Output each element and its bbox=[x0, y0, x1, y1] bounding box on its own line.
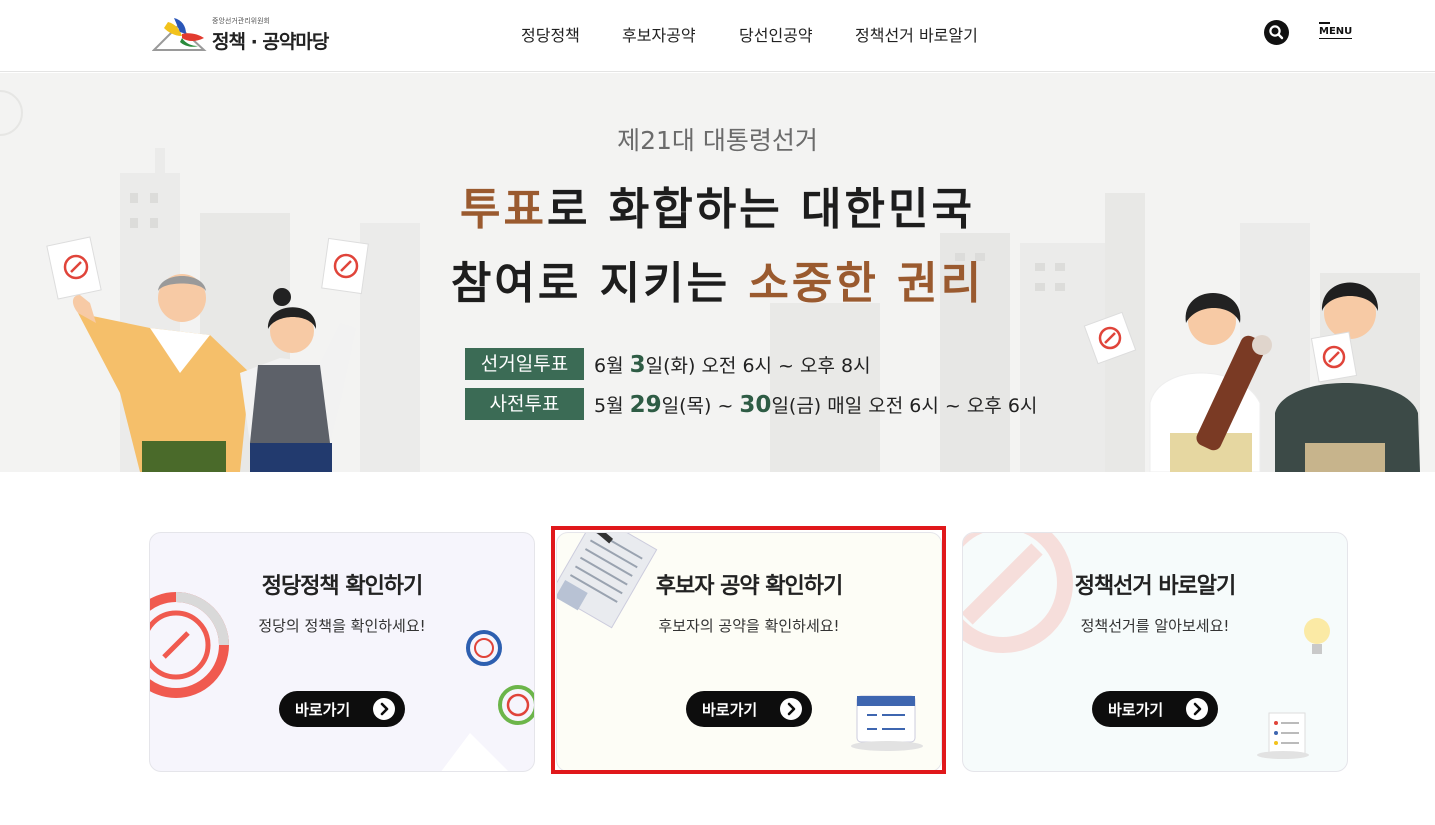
card-title: 정당정책 확인하기 bbox=[261, 574, 424, 599]
menu-label: MENU bbox=[1319, 26, 1353, 39]
student-girl-illustration bbox=[240, 237, 369, 472]
nav-item-policy-election[interactable]: 정책선거 바로알기 bbox=[855, 22, 978, 46]
card-candidate-pledge[interactable]: 후보자 공약 확인하기 후보자의 공약을 확인하세요! 바로가기 bbox=[556, 532, 942, 772]
site-header: 중앙선거관리위원회 정책 · 공약마당 정당정책 후보자공약 당선인공약 정책선… bbox=[0, 0, 1435, 72]
menu-button[interactable]: MENU bbox=[1319, 22, 1353, 42]
elderly-man-illustration bbox=[46, 236, 250, 472]
search-button[interactable] bbox=[1264, 20, 1289, 45]
arrow-right-icon bbox=[780, 698, 802, 720]
arrow-right-icon bbox=[373, 698, 395, 720]
hero-banner: 제21대 대통령선거 투표로 화합하는 대한민국 참여로 지키는 소중한 권리 … bbox=[0, 73, 1435, 472]
go-button-label: 바로가기 bbox=[1108, 701, 1164, 719]
go-button-policy-election[interactable]: 바로가기 bbox=[1092, 691, 1218, 727]
card-title: 후보자 공약 확인하기 bbox=[655, 574, 843, 599]
go-button-label: 바로가기 bbox=[702, 701, 758, 719]
search-icon bbox=[1269, 25, 1284, 40]
card-description: 후보자의 공약을 확인하세요! bbox=[658, 617, 840, 635]
young-man-illustration bbox=[1275, 282, 1420, 472]
nav-item-party-policy[interactable]: 정당정책 bbox=[521, 22, 580, 46]
arrow-right-icon bbox=[1186, 698, 1208, 720]
logo-title: 정책 · 공약마당 bbox=[212, 31, 329, 53]
go-button-label: 바로가기 bbox=[295, 701, 351, 719]
card-description: 정당의 정책을 확인하세요! bbox=[258, 617, 426, 635]
card-description: 정책선거를 알아보세요! bbox=[1080, 617, 1230, 635]
girl-with-tube-illustration bbox=[1083, 293, 1272, 472]
nav-item-candidate-pledge[interactable]: 후보자공약 bbox=[622, 22, 696, 46]
card-party-policy[interactable]: 정당정책 확인하기 정당의 정책을 확인하세요! 바로가기 bbox=[149, 532, 535, 772]
menu-bar-icon bbox=[1319, 22, 1330, 24]
logo-org-name: 중앙선거관리위원회 bbox=[212, 17, 270, 25]
nav-item-elected-pledge[interactable]: 당선인공약 bbox=[739, 22, 813, 46]
card-title: 정책선거 바로알기 bbox=[1074, 574, 1237, 599]
go-button-party-policy[interactable]: 바로가기 bbox=[279, 691, 405, 727]
site-logo[interactable]: 중앙선거관리위원회 정책 · 공약마당 bbox=[152, 14, 342, 54]
election-commission-emblem bbox=[152, 18, 207, 51]
card-policy-election[interactable]: 정책선거 바로알기 정책선거를 알아보세요! 바로가기 bbox=[962, 532, 1348, 772]
voters-illustration bbox=[46, 236, 1420, 472]
go-button-candidate-pledge[interactable]: 바로가기 bbox=[686, 691, 812, 727]
